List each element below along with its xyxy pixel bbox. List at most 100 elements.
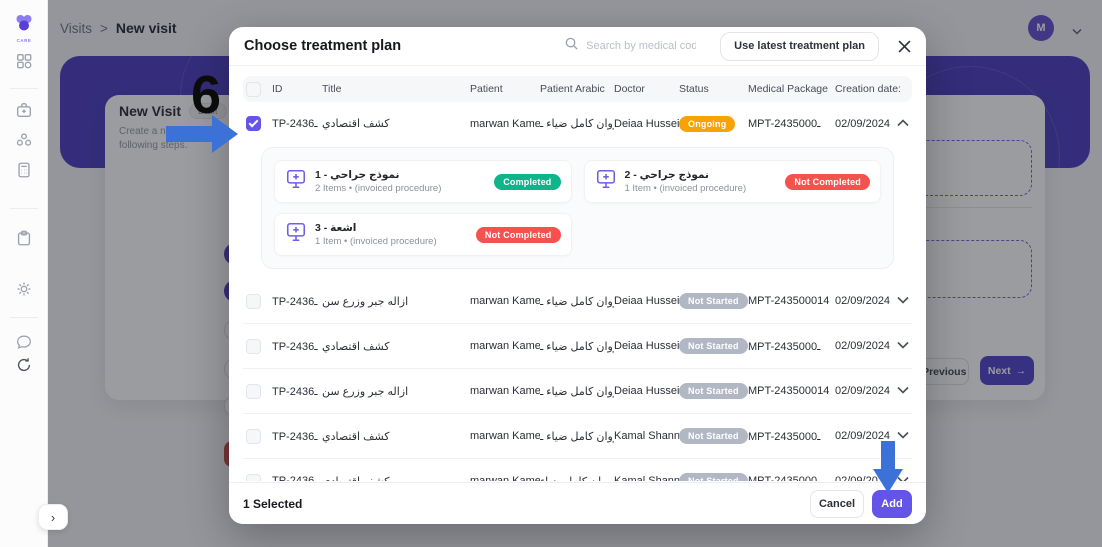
table-row[interactable]: TP-2436ـ ازاله جبر وزرع سن marwan Kamel …: [243, 279, 912, 324]
sidebar-expand-button[interactable]: ›: [38, 504, 68, 530]
table-body: TP-2436ـ كشف اقتصادي marwan Kamel مروان …: [243, 102, 912, 481]
cell-id: TP-2436ـ: [272, 295, 322, 308]
search-box[interactable]: [564, 36, 696, 56]
status-badge: Ongoing: [679, 116, 735, 132]
cell-doctor: Deiaa Hussein: [614, 385, 679, 397]
table-row[interactable]: TP-2436 كشف اقتصادي marwan Kamel مروان ك…: [243, 459, 912, 481]
status-badge: Not Started: [679, 383, 748, 399]
row-checkbox[interactable]: [246, 474, 261, 482]
cell-title: كشف اقتصادي: [322, 475, 470, 482]
table-row[interactable]: TP-2436ـ كشف اقتصادي marwan Kamel مروان …: [243, 102, 912, 145]
use-latest-treatment-plan-button[interactable]: Use latest treatment plan: [720, 32, 879, 61]
billing-calculator-icon[interactable]: [15, 161, 33, 179]
cell-title: ازاله جبر وزرع سن: [322, 295, 470, 308]
dashboard-grid-icon[interactable]: [15, 52, 33, 70]
status-badge: Not Started: [679, 338, 748, 354]
table-row[interactable]: TP-2436ـ كشف اقتصادي marwan Kamel مروان …: [243, 324, 912, 369]
chevron-up-icon[interactable]: [897, 118, 912, 130]
cancel-button[interactable]: Cancel: [810, 490, 864, 518]
cell-date: 02/09/2024: [835, 295, 897, 307]
cell-patient-arabic: مروان كامل ضياء ـ: [540, 385, 614, 398]
col-id: ID: [272, 83, 322, 95]
staff-group-icon[interactable]: [15, 131, 33, 149]
search-input[interactable]: [586, 40, 696, 52]
cell-date: 02/09/2024: [835, 118, 897, 130]
select-all-checkbox[interactable]: [246, 82, 261, 97]
cell-package: MPT-243500014: [748, 295, 835, 307]
close-icon[interactable]: [897, 39, 911, 53]
row-checkbox[interactable]: [246, 384, 261, 399]
cell-patient: marwan Kamel: [470, 295, 540, 307]
care-logo-icon: [13, 13, 35, 33]
history-refresh-icon[interactable]: [15, 356, 33, 374]
cell-title: ازاله جبر وزرع سن: [322, 385, 470, 398]
cell-doctor: Deiaa Hussein: [614, 295, 679, 307]
screen: Visits > New visit M New Visit Draft Cre…: [0, 0, 1102, 547]
sidebar-divider: [10, 317, 38, 318]
cell-package: MPT-2435000ـ: [748, 117, 835, 130]
cell-title: كشف اقتصادي: [322, 117, 470, 130]
table-header-row: ID Title Patient Patient Arabic Doctor S…: [243, 76, 912, 102]
cell-patient-arabic: مروان كامل ضياء ـ: [540, 430, 614, 443]
cell-package: MPT-2435000ـ: [748, 430, 835, 443]
modal-footer: 1 Selected Cancel Add: [229, 482, 926, 524]
cell-id: TP-2436ـ: [272, 117, 322, 130]
clipboard-icon[interactable]: [15, 229, 33, 247]
plan-status-badge: Completed: [494, 174, 560, 190]
chat-icon[interactable]: [15, 333, 33, 351]
modal-title: Choose treatment plan: [244, 38, 401, 54]
col-patient-arabic: Patient Arabic: [540, 83, 614, 95]
cell-doctor: Kamal Shannawi: [614, 430, 679, 442]
monitor-plus-icon: [595, 168, 617, 195]
cell-date: 02/09/2024: [835, 340, 897, 352]
table-row[interactable]: TP-2436ـ كشف اقتصادي marwan Kamel مروان …: [243, 414, 912, 459]
cell-patient: marwan Kamel: [470, 340, 540, 352]
search-icon: [564, 36, 579, 56]
status-badge: Not Started: [679, 293, 748, 309]
cell-title: كشف اقتصادي: [322, 340, 470, 353]
plan-title: نموذج جراحي - 2: [625, 169, 747, 181]
annotation-arrow-right-icon: [166, 114, 238, 159]
col-doctor: Doctor: [614, 83, 679, 95]
row-checkbox[interactable]: [246, 429, 261, 444]
plan-card[interactable]: نموذج جراحي - 2 1 Item • (invoiced proce…: [584, 160, 882, 203]
cell-title: كشف اقتصادي: [322, 430, 470, 443]
plan-card[interactable]: نموذج جراحي - 1 2 Items • (invoiced proc…: [274, 160, 572, 203]
status-badge: Not Started: [679, 428, 748, 444]
cell-doctor: Kamal Shannawi: [614, 475, 679, 481]
cell-id: TP-2436ـ: [272, 430, 322, 443]
cell-doctor: Deiaa Hussein: [614, 118, 679, 130]
chevron-down-icon[interactable]: [897, 385, 912, 397]
cell-patient-arabic: مروان كامل ضياء ـ: [540, 117, 614, 130]
app-logo[interactable]: CARE: [12, 13, 36, 43]
choose-treatment-plan-modal: Choose treatment plan Use latest treatme…: [229, 27, 926, 524]
logo-text: CARE: [12, 38, 36, 43]
cell-patient: marwan Kamel: [470, 385, 540, 397]
cell-patient-arabic: مروان كامل ضياء: [540, 475, 614, 482]
table-row[interactable]: TP-2436ـ ازاله جبر وزرع سن marwan Kamel …: [243, 369, 912, 414]
plan-status-badge: Not Completed: [785, 174, 870, 190]
plan-details: 1 Item • (invoiced procedure): [625, 183, 747, 194]
cell-patient: marwan Kamel: [470, 118, 540, 130]
cell-patient-arabic: مروان كامل ضياء ـ: [540, 340, 614, 353]
monitor-plus-icon: [285, 221, 307, 248]
cell-package: MPT-243500014: [748, 385, 835, 397]
modal-header: Choose treatment plan Use latest treatme…: [229, 27, 926, 66]
expanded-plans-panel: نموذج جراحي - 1 2 Items • (invoiced proc…: [261, 147, 894, 269]
row-checkbox-checked[interactable]: [246, 116, 261, 131]
row-checkbox[interactable]: [246, 294, 261, 309]
settings-gear-icon[interactable]: [15, 280, 33, 298]
monitor-plus-icon: [285, 168, 307, 195]
check-icon: [249, 118, 259, 128]
cell-id: TP-2436ـ: [272, 385, 322, 398]
col-creation-date: Creation date:: [835, 83, 897, 95]
medical-bag-icon[interactable]: [15, 101, 33, 119]
chevron-down-icon[interactable]: [897, 340, 912, 352]
plan-card[interactable]: اشعة - 3 1 Item • (invoiced procedure) N…: [274, 213, 572, 256]
chevron-down-icon[interactable]: [897, 295, 912, 307]
row-checkbox[interactable]: [246, 339, 261, 354]
cell-patient-arabic: مروان كامل ضياء ـ: [540, 295, 614, 308]
status-badge: Not Started: [679, 473, 748, 481]
cell-id: TP-2436: [272, 475, 322, 481]
col-medical-package: Medical Package: [748, 83, 835, 95]
